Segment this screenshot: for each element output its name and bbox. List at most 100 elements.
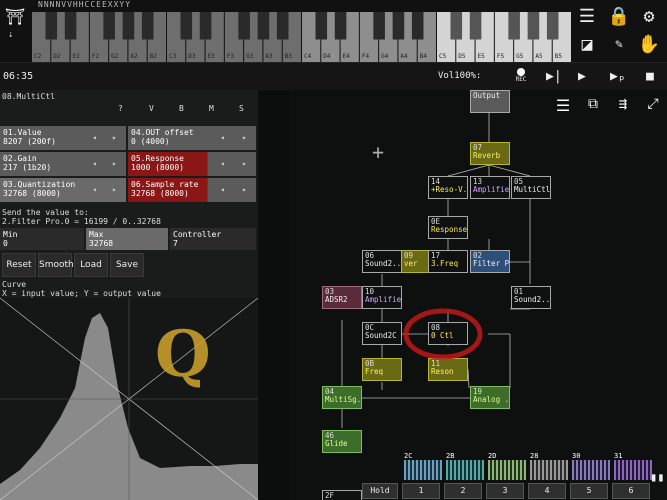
arrow-left-icon[interactable]: ◂ — [92, 159, 97, 168]
hand-icon[interactable]: ✋ — [634, 30, 664, 60]
piano-black-key[interactable] — [373, 12, 385, 40]
arrow-right-icon[interactable]: ▸ — [112, 133, 117, 142]
col-m[interactable]: M — [209, 104, 214, 113]
piano-black-key[interactable] — [141, 12, 154, 40]
arrow-right-icon[interactable]: ▸ — [242, 185, 247, 194]
max-field[interactable]: Max 32768 — [86, 228, 168, 250]
play-icon[interactable]: ▶ — [578, 69, 586, 84]
col-v[interactable]: V — [149, 104, 154, 113]
ctl-response[interactable]: 05.Response 1000 (8000) ◂ ▸ — [128, 152, 256, 176]
node-amplifier-10[interactable]: 10Amplifie.2 — [362, 286, 402, 309]
piano-keyboard[interactable]: C2 D2 E2 F2 G2 A2 B2 C3 D3 E3 F3 G3 A3 B3 C4 D4 E4 F4 G4 A4… — [32, 12, 572, 62]
node-adsr2[interactable]: 03 ADSR2 — [322, 286, 362, 309]
piano-black-key[interactable] — [180, 12, 193, 40]
volume-display[interactable]: Vol100%: — [438, 71, 481, 81]
piano-black-key[interactable] — [315, 12, 328, 40]
node-freq[interactable]: 0B Freq — [362, 358, 402, 381]
app-logo-icon[interactable]: ⛩ — [4, 6, 26, 28]
col-help[interactable]: ? — [118, 104, 123, 113]
hold-slot-3[interactable]: 3 — [486, 483, 524, 499]
pad-1[interactable]: 2C — [404, 452, 442, 480]
hold-slot-2[interactable]: 2 — [444, 483, 482, 499]
play-from-icon[interactable]: ▶ₚ — [610, 69, 626, 84]
piano-black-key[interactable] — [508, 12, 520, 40]
ctl-gain[interactable]: 02.Gain 217 (1b20) ◂ ▸ — [0, 152, 126, 176]
hold-slot-1[interactable]: 1 — [402, 483, 440, 499]
piano-black-key[interactable] — [334, 12, 347, 40]
ctl-value[interactable]: 01.Value 8207 (200f) ◂ ▸ — [0, 126, 126, 150]
piano-black-key[interactable] — [103, 12, 115, 40]
piano-black-key[interactable] — [546, 12, 559, 40]
pad-2[interactable]: 2B — [446, 452, 484, 480]
piano-black-key[interactable] — [527, 12, 540, 40]
hold-button[interactable]: Hold — [362, 483, 398, 499]
settings-icon[interactable]: ⚙ — [634, 2, 664, 32]
lock-icon[interactable]: 🔒 — [604, 2, 634, 32]
controller-field[interactable]: Controller 7 — [170, 228, 256, 250]
node-ver[interactable]: 09 ver — [401, 250, 429, 273]
save-button[interactable]: Save — [110, 253, 144, 277]
record-button[interactable]: REC — [512, 65, 530, 83]
arrow-left-icon[interactable]: ◂ — [92, 185, 97, 194]
arrow-right-icon[interactable]: ▸ — [112, 185, 117, 194]
hold-slot-4[interactable]: 4 — [528, 483, 566, 499]
hold-slot-5[interactable]: 5 — [570, 483, 608, 499]
pencil-icon[interactable]: ✎ — [604, 30, 634, 60]
node-multictl2[interactable]: 05 MultiCtl2 — [511, 176, 551, 199]
arrow-left-icon[interactable]: ◂ — [92, 133, 97, 142]
eraser-icon[interactable]: ◪ — [572, 30, 602, 60]
play-pattern-icon[interactable]: ▶| — [546, 69, 562, 84]
stop-icon[interactable]: ■ — [646, 69, 654, 84]
piano-black-key[interactable] — [64, 12, 77, 40]
col-s[interactable]: S — [239, 104, 244, 113]
pad-4[interactable]: 28 — [530, 452, 568, 480]
ctl-out-offset[interactable]: 04.OUT offset 0 (4000) ◂ ▸ — [128, 126, 256, 150]
min-field[interactable]: Min 0 — [0, 228, 84, 250]
node-3freq[interactable]: 17 3.Freq — [428, 250, 468, 273]
reset-button[interactable]: Reset — [2, 253, 36, 277]
smooth-button[interactable]: Smooth — [38, 253, 74, 277]
arrow-left-icon[interactable]: ◂ — [220, 159, 225, 168]
node-reso[interactable]: 14 +Reso-V.2 — [428, 176, 468, 199]
send-target[interactable]: 2.Filter Pro.0 = 16199 / 0..32768 — [2, 217, 161, 226]
level-meter-icon[interactable]: ▮▮ — [650, 470, 664, 484]
node-2f[interactable]: 2F — [322, 490, 362, 500]
pad-5[interactable]: 30 — [572, 452, 610, 480]
piano-black-key[interactable] — [469, 12, 482, 40]
curve-editor[interactable]: Q — [0, 298, 258, 500]
piano-black-key[interactable] — [257, 12, 270, 40]
node-sound2c[interactable]: 0C Sound2C — [362, 322, 402, 345]
node-analog[interactable]: 19 Analog .2 — [470, 386, 510, 409]
node-sound2-4[interactable]: 06 Sound2..4 — [362, 250, 402, 273]
menu-arrow-icon[interactable]: ⇣ — [8, 30, 13, 40]
node-response[interactable]: 0E Response — [428, 216, 468, 239]
col-b[interactable]: B — [179, 104, 184, 113]
pad-3[interactable]: 2D — [488, 452, 526, 480]
node-multisg[interactable]: 04MultiSg..2 — [322, 386, 362, 409]
piano-black-key[interactable] — [199, 12, 212, 40]
module-graph[interactable]: ☰ ⧉ ⇶ ⤢ + Output 07 Reverb 14 +Reso-V.2 … — [290, 90, 667, 500]
node-reverb[interactable]: 07 Reverb — [470, 142, 510, 165]
arrow-left-icon[interactable]: ◂ — [220, 133, 225, 142]
panel-divider[interactable] — [258, 90, 290, 500]
ctl-quantization[interactable]: 03.Quantization 32768 (8000) ◂ ▸ — [0, 178, 126, 202]
arrow-left-icon[interactable]: ◂ — [220, 185, 225, 194]
piano-black-key[interactable] — [238, 12, 250, 40]
piano-black-key[interactable] — [45, 12, 58, 40]
piano-black-key[interactable] — [122, 12, 135, 40]
node-sound2-2[interactable]: 01 Sound2..2 — [511, 286, 551, 309]
piano-black-key[interactable] — [411, 12, 424, 40]
arrow-right-icon[interactable]: ▸ — [242, 159, 247, 168]
piano-black-key[interactable] — [392, 12, 405, 40]
hamburger-icon[interactable]: ☰ — [572, 2, 602, 32]
node-filter-pro[interactable]: 02 Filter Po — [470, 250, 510, 273]
load-button[interactable]: Load — [74, 253, 108, 277]
node-output[interactable]: Output — [470, 90, 510, 113]
node-glide[interactable]: 46 Glide — [322, 430, 362, 453]
node-amplifier-13[interactable]: 13Amplifie.2 — [470, 176, 510, 199]
arrow-right-icon[interactable]: ▸ — [242, 133, 247, 142]
piano-black-key[interactable] — [276, 12, 289, 40]
piano-black-key[interactable] — [450, 12, 463, 40]
ctl-sample-rate[interactable]: 06.Sample rate 32768 (8000) ◂ ▸ — [128, 178, 256, 202]
arrow-right-icon[interactable]: ▸ — [112, 159, 117, 168]
